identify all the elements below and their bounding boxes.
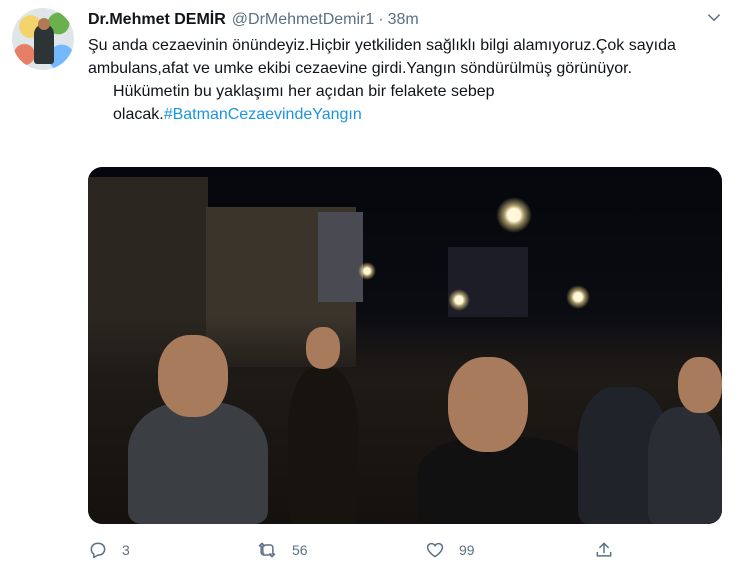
tweet-text-paragraph-1: Şu anda cezaevinin önündeyiz.Hiçbir yetk… bbox=[88, 37, 676, 77]
reply-icon bbox=[88, 540, 108, 560]
photo-face bbox=[678, 357, 722, 413]
photo-face bbox=[158, 335, 228, 417]
tweet-text-paragraph-2: Hükümetin bu yaklaşımı her açıdan bir fe… bbox=[88, 80, 718, 126]
tweet-text: Şu anda cezaevinin önündeyiz.Hiçbir yetk… bbox=[88, 34, 718, 126]
avatar-head-shape bbox=[38, 18, 50, 30]
reply-button[interactable]: 3 bbox=[88, 532, 130, 568]
like-button[interactable]: 99 bbox=[425, 532, 475, 568]
tweet-timestamp[interactable]: 38m bbox=[388, 11, 419, 29]
retweet-icon bbox=[256, 540, 278, 560]
photo-person bbox=[288, 367, 358, 524]
author-handle[interactable]: @DrMehmetDemir1 bbox=[232, 11, 374, 29]
share-button[interactable] bbox=[594, 532, 614, 568]
photo-streetlight bbox=[448, 289, 470, 311]
avatar[interactable] bbox=[12, 8, 74, 70]
photo-streetlight bbox=[358, 262, 376, 280]
separator-dot: · bbox=[378, 11, 384, 28]
photo-person bbox=[648, 407, 722, 524]
retweet-button[interactable]: 56 bbox=[256, 532, 308, 568]
tweet-photo[interactable] bbox=[88, 167, 722, 524]
photo-building bbox=[318, 212, 363, 302]
photo-face bbox=[306, 327, 340, 369]
reply-count: 3 bbox=[122, 542, 130, 558]
retweet-count: 56 bbox=[292, 542, 308, 558]
tweet-actions: 3 56 99 bbox=[0, 532, 740, 568]
share-icon bbox=[594, 540, 614, 560]
tweet-card[interactable]: Dr.Mehmet DEMİR @DrMehmetDemir1 · 38m Şu… bbox=[0, 0, 740, 574]
photo-streetlight bbox=[566, 285, 590, 309]
tweet-header: Dr.Mehmet DEMİR @DrMehmetDemir1 · 38m bbox=[88, 10, 419, 30]
hashtag-link[interactable]: #BatmanCezaevindeYangın bbox=[164, 106, 362, 123]
heart-icon bbox=[425, 540, 445, 560]
photo-face bbox=[448, 357, 528, 452]
more-options-button[interactable] bbox=[704, 8, 724, 28]
avatar-person-shape bbox=[34, 24, 54, 64]
chevron-down-icon bbox=[705, 9, 723, 27]
photo-person bbox=[418, 437, 588, 524]
like-count: 99 bbox=[459, 542, 475, 558]
photo-person bbox=[128, 402, 268, 524]
author-name[interactable]: Dr.Mehmet DEMİR bbox=[88, 11, 226, 29]
photo-streetlight bbox=[496, 197, 532, 233]
